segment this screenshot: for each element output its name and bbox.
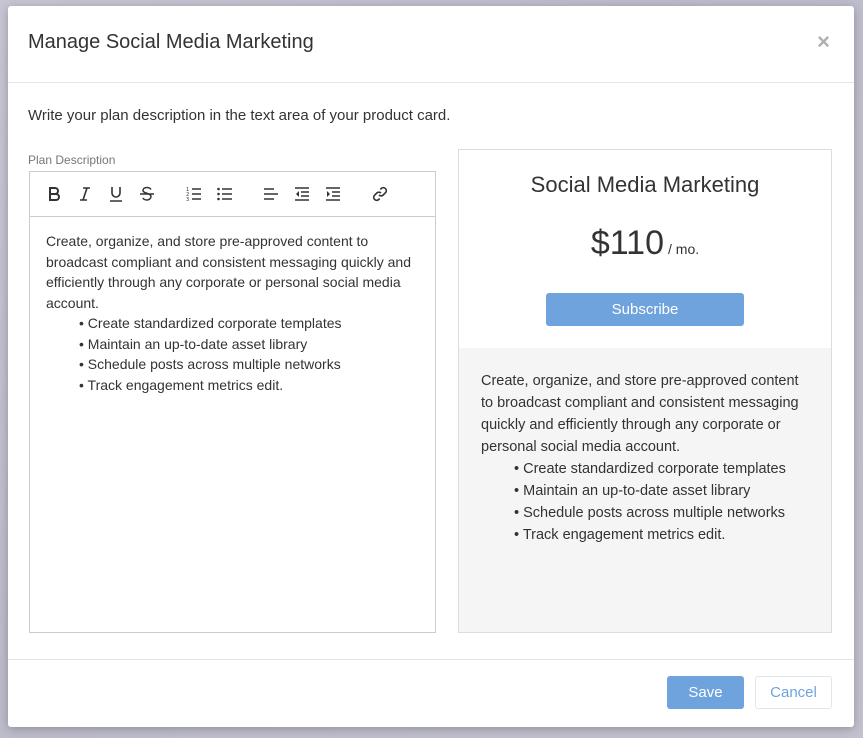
intro-text: Write your plan description in the text …	[28, 107, 451, 124]
ordered-list-icon[interactable]: 123	[184, 184, 204, 204]
link-icon[interactable]	[370, 184, 390, 204]
subscribe-button[interactable]: Subscribe	[546, 293, 744, 326]
card-bullet-item: Track engagement metrics edit.	[514, 524, 813, 546]
card-paragraph: Create, organize, and store pre-approved…	[481, 373, 799, 455]
editor-bullet-list: Create standardized corporate templates …	[46, 313, 423, 395]
indent-icon[interactable]	[323, 184, 343, 204]
product-card-price: $110/ mo.	[459, 224, 831, 263]
align-left-icon[interactable]	[261, 184, 281, 204]
price-period: / mo.	[668, 241, 700, 257]
editor-paragraph: Create, organize, and store pre-approved…	[46, 233, 411, 311]
svg-text:3: 3	[186, 197, 189, 202]
outdent-icon[interactable]	[292, 184, 312, 204]
close-button[interactable]: ×	[817, 31, 830, 53]
modal-footer: Save Cancel	[8, 659, 854, 727]
bullet-list-icon[interactable]	[215, 184, 235, 204]
modal-header: Manage Social Media Marketing ×	[8, 6, 854, 83]
product-card-header: Social Media Marketing $110/ mo. Subscri…	[459, 150, 831, 348]
italic-icon[interactable]	[75, 184, 95, 204]
price-amount: $110	[590, 224, 664, 262]
product-card-preview: Social Media Marketing $110/ mo. Subscri…	[458, 149, 832, 633]
strikethrough-icon[interactable]	[137, 184, 157, 204]
underline-icon[interactable]	[106, 184, 126, 204]
editor-bullet-item: Maintain an up-to-date asset library	[79, 334, 423, 355]
editor-toolbar: 123	[30, 172, 435, 217]
plan-description-label: Plan Description	[28, 153, 116, 167]
editor-bullet-item: Track engagement metrics edit.	[79, 375, 423, 396]
card-bullet-item: Create standardized corporate templates	[514, 458, 813, 480]
modal-title: Manage Social Media Marketing	[28, 31, 314, 53]
plan-description-editor: 123 Create, organize, and store pre-appr…	[29, 171, 436, 633]
bold-icon[interactable]	[44, 184, 64, 204]
editor-text-area[interactable]: Create, organize, and store pre-approved…	[46, 231, 423, 395]
editor-bullet-item: Create standardized corporate templates	[79, 313, 423, 334]
manage-plan-modal: Manage Social Media Marketing × Write yo…	[8, 6, 854, 727]
card-bullet-item: Schedule posts across multiple networks	[514, 502, 813, 524]
product-card-description: Create, organize, and store pre-approved…	[481, 370, 813, 546]
save-button[interactable]: Save	[667, 676, 744, 709]
product-card-title: Social Media Marketing	[530, 172, 760, 197]
editor-bullet-item: Schedule posts across multiple networks	[79, 354, 423, 375]
card-bullet-list: Create standardized corporate templates …	[481, 458, 813, 546]
cancel-button[interactable]: Cancel	[755, 676, 832, 709]
card-bullet-item: Maintain an up-to-date asset library	[514, 480, 813, 502]
